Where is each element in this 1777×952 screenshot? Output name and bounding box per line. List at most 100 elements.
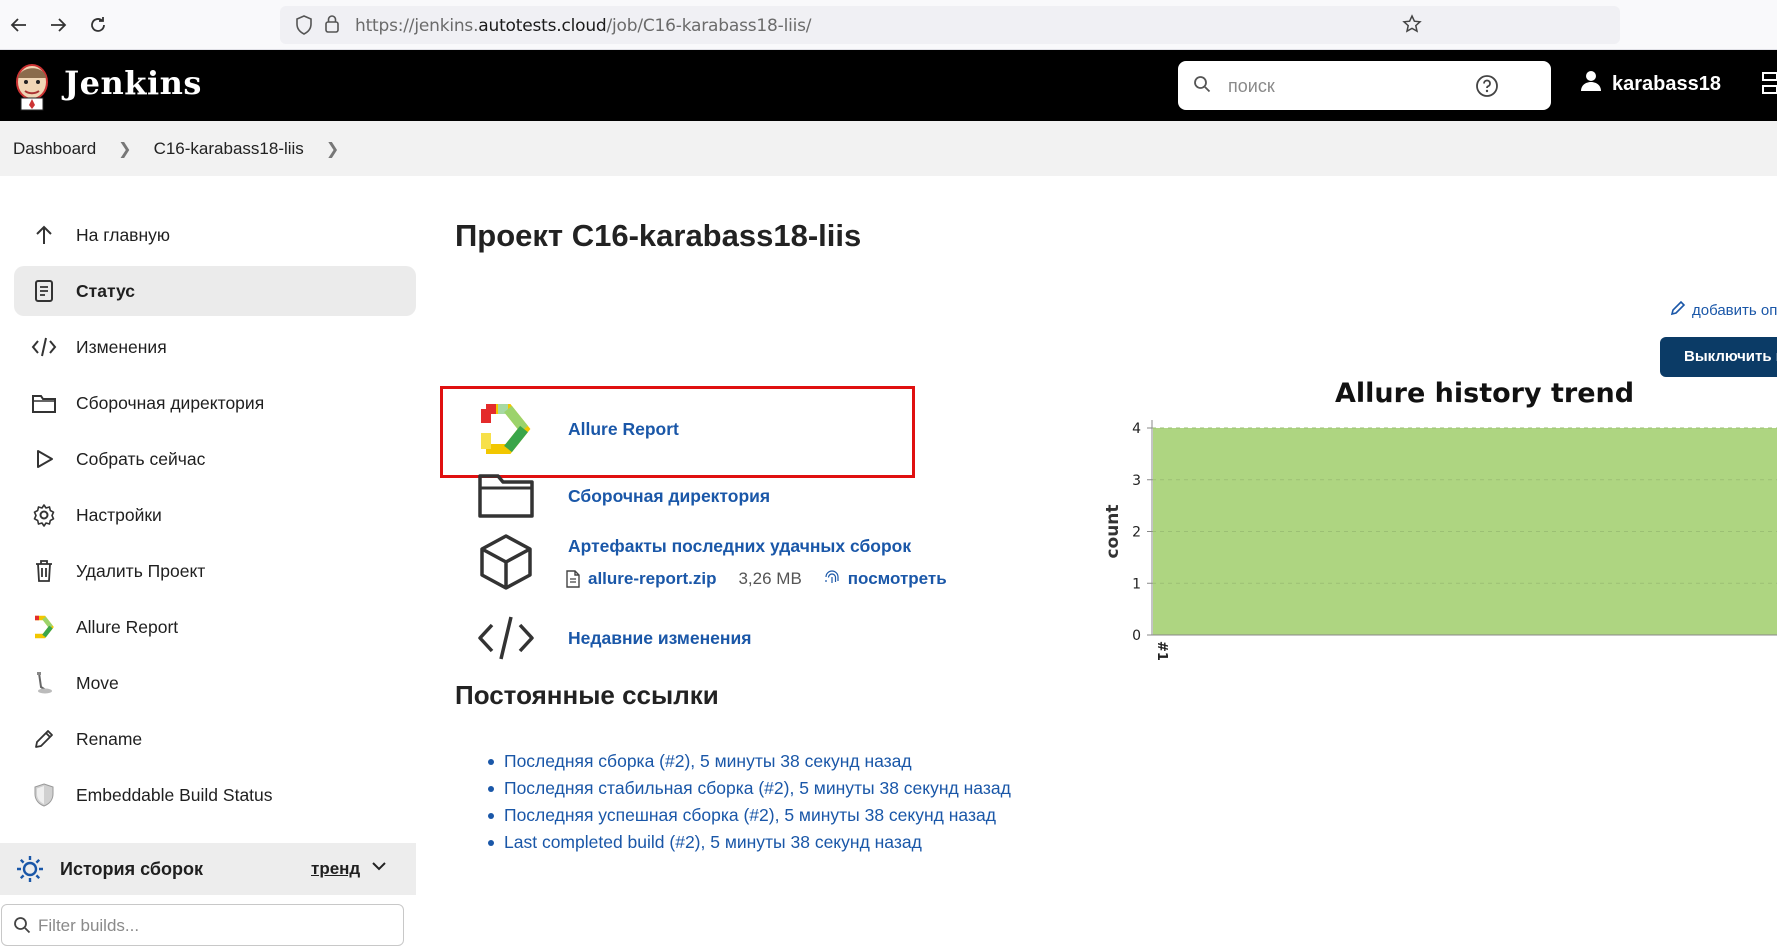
document-icon (30, 277, 58, 305)
user-menu[interactable]: karabass18 (1580, 70, 1721, 98)
chart-y-tick-label: 0 (1132, 628, 1141, 644)
chart-x-tick-label: #1 (1154, 641, 1169, 661)
artifact-size: 3,26 MB (738, 569, 802, 588)
shield-icon (30, 781, 58, 809)
permalinks-title: Постоянные ссылки (455, 680, 719, 710)
search-box[interactable] (1178, 61, 1551, 110)
permalink-item[interactable]: Last completed build (#2), 5 минуты 38 с… (488, 829, 1011, 856)
search-icon (1193, 75, 1211, 98)
sidebar-item-label: Move (76, 672, 119, 693)
trend-link[interactable]: тренд (311, 859, 360, 879)
build-history-title: История сборок (60, 858, 203, 879)
code-icon (470, 606, 542, 670)
lock-icon[interactable] (324, 14, 340, 39)
artifact-entry: allure-report.zip 3,26 MB посмотреть (566, 569, 947, 589)
username: karabass18 (1612, 72, 1721, 95)
artifact-file-link[interactable]: allure-report.zip (588, 569, 716, 589)
permalink-label[interactable]: Последняя стабильная сборка (#2), 5 мину… (504, 778, 1011, 799)
page-title: Проект C16-karabass18-liis (455, 218, 862, 253)
permalink-label[interactable]: Last completed build (#2), 5 минуты 38 с… (504, 832, 922, 853)
back-icon[interactable] (6, 12, 32, 38)
pencil-icon (30, 725, 58, 753)
permalinks-list: Последняя сборка (#2), 5 минуты 38 секун… (488, 748, 1011, 856)
search-input[interactable] (1228, 71, 1478, 101)
breadcrumb-dashboard[interactable]: Dashboard (13, 139, 96, 159)
breadcrumb-job[interactable]: C16-karabass18-liis (154, 139, 304, 159)
permalink-item[interactable]: Последняя стабильная сборка (#2), 5 мину… (488, 775, 1011, 802)
folder-icon (470, 464, 542, 528)
sidebar-item-label: Allure Report (76, 616, 179, 637)
file-icon (566, 570, 580, 588)
chart-y-tick-label: 3 (1132, 473, 1141, 489)
jenkins-logo-icon[interactable] (12, 60, 52, 117)
chart-svg: 0 1 2 3 4 #1 count (1103, 420, 1777, 661)
menu-icon[interactable] (1760, 70, 1777, 103)
sidebar-item-embeddable[interactable]: Embeddable Build Status (14, 770, 416, 820)
sidebar-item-label: Rename (76, 728, 143, 749)
sidebar-item-home[interactable]: На главную (14, 210, 416, 260)
sun-icon (16, 855, 44, 883)
action-workspace[interactable]: Сборочная директория (470, 464, 770, 528)
sidebar-item-status[interactable]: Статус (14, 266, 416, 316)
fingerprint-icon (824, 570, 840, 588)
permalink-item[interactable]: Последняя успешная сборка (#2), 5 минуты… (488, 802, 1011, 829)
play-icon (30, 445, 58, 473)
permalink-label[interactable]: Последняя успешная сборка (#2), 5 минуты… (504, 805, 996, 826)
sidebar-item-label: На главную (76, 224, 171, 245)
browser-toolbar: https://jenkins.autotests.cloud/job/C16-… (0, 0, 1777, 50)
chevron-right-icon[interactable]: ❯ (326, 139, 339, 159)
sidebar-item-label: Собрать сейчас (76, 448, 206, 469)
sidebar-item-label: Изменения (76, 336, 167, 357)
breadcrumb: Dashboard ❯ C16-karabass18-liis ❯ (0, 121, 1777, 176)
sidebar-item-label: Удалить Проект (76, 560, 206, 581)
move-icon (30, 669, 58, 697)
pencil-icon (1670, 300, 1686, 320)
sidebar-item-build-now[interactable]: Собрать сейчас (14, 434, 416, 484)
action-allure[interactable]: Allure Report (470, 397, 679, 461)
forward-icon[interactable] (45, 12, 71, 38)
sidebar: На главную Статус Изменения Сборочная ди… (14, 210, 416, 826)
filter-builds-input[interactable] (38, 914, 368, 938)
allure-icon (30, 613, 58, 641)
search-icon (13, 916, 31, 939)
help-icon[interactable] (1475, 74, 1499, 103)
app-title[interactable]: Jenkins (64, 64, 202, 102)
code-icon (30, 333, 58, 361)
folder-icon (30, 389, 58, 417)
sidebar-item-label: Embeddable Build Status (76, 784, 273, 805)
chart-y-tick-label: 4 (1132, 421, 1141, 437)
chart-y-tick-label: 2 (1132, 525, 1141, 541)
star-icon[interactable] (1402, 14, 1422, 39)
sidebar-item-label: Настройки (76, 504, 162, 525)
jenkins-header: Jenkins karabass18 (0, 50, 1777, 121)
permalink-item[interactable]: Последняя сборка (#2), 5 минуты 38 секун… (488, 748, 1011, 775)
chart-y-tick-label: 1 (1132, 576, 1141, 592)
trash-icon (30, 557, 58, 585)
chart-y-axis-label: count (1103, 504, 1123, 558)
artifact-view-link[interactable]: посмотреть (848, 569, 947, 589)
allure-icon (470, 397, 542, 461)
artifacts-link[interactable]: Артефакты последних удачных сборок (568, 536, 911, 557)
shield-icon[interactable] (295, 15, 313, 40)
allure-report-link[interactable]: Allure Report (568, 419, 679, 440)
permalink-label[interactable]: Последняя сборка (#2), 5 минуты 38 секун… (504, 751, 912, 772)
sidebar-item-delete[interactable]: Удалить Проект (14, 546, 416, 596)
build-history-header: История сборок тренд (0, 843, 416, 895)
sidebar-item-workspace[interactable]: Сборочная директория (14, 378, 416, 428)
filter-builds-box[interactable] (1, 904, 404, 946)
sidebar-item-settings[interactable]: Настройки (14, 490, 416, 540)
sidebar-item-label: Статус (76, 280, 135, 301)
url-field[interactable]: https://jenkins.autotests.cloud/job/C16-… (280, 6, 1620, 44)
gear-icon (30, 501, 58, 529)
recent-changes-link[interactable]: Недавние изменения (568, 628, 751, 649)
action-recent-changes[interactable]: Недавние изменения (470, 606, 751, 670)
workspace-link[interactable]: Сборочная директория (568, 486, 770, 507)
sidebar-item-allure[interactable]: Allure Report (14, 602, 416, 652)
sidebar-item-changes[interactable]: Изменения (14, 322, 416, 372)
allure-trend-chart[interactable]: Allure history trend 0 1 2 3 4 #1 count (1100, 370, 1777, 770)
reload-icon[interactable] (85, 12, 111, 38)
sidebar-item-move[interactable]: Move (14, 658, 416, 708)
sidebar-item-rename[interactable]: Rename (14, 714, 416, 764)
add-description-link[interactable]: добавить оп (1670, 300, 1777, 320)
chevron-down-icon[interactable] (370, 857, 388, 880)
